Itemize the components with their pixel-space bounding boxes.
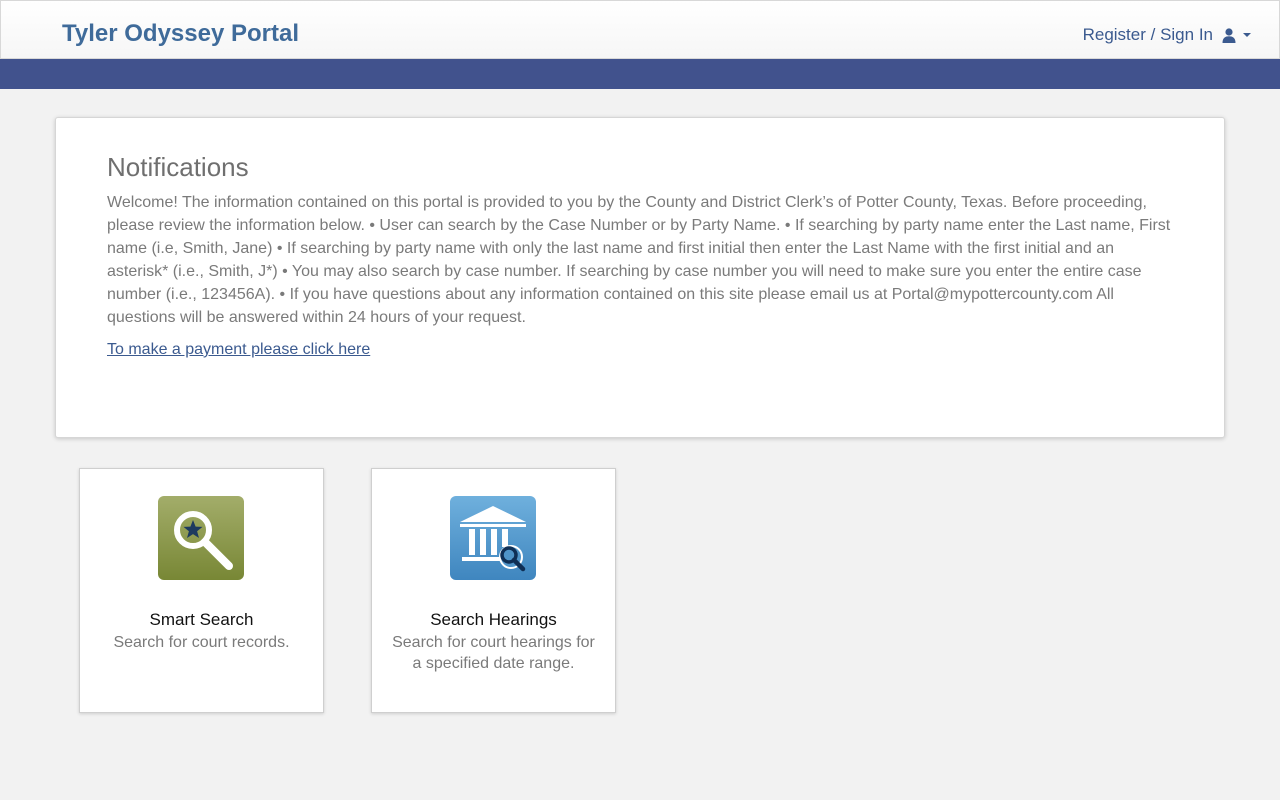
smart-search-tile[interactable]: Smart Search Search for court records. [79, 468, 324, 713]
register-signin-menu[interactable]: Register / Sign In [1083, 25, 1251, 45]
register-signin-label: Register / Sign In [1082, 25, 1213, 44]
smart-search-description: Search for court records. [113, 634, 290, 651]
search-hearings-tile[interactable]: Search Hearings Search for court hearing… [371, 468, 616, 713]
portal-brand-link[interactable]: Tyler Odyssey Portal [62, 20, 299, 48]
search-hearings-title: Search Hearings [430, 610, 557, 629]
user-icon [1222, 27, 1236, 43]
caret-down-icon [1243, 33, 1251, 37]
header-banner [0, 59, 1280, 89]
smart-search-title: Smart Search [149, 610, 254, 629]
top-navbar: Tyler Odyssey Portal Register / Sign In [0, 0, 1280, 59]
notifications-title: Notifications [107, 152, 249, 182]
notifications-panel: Notifications Welcome! The information c… [55, 117, 1225, 438]
search-hearings-description: Search for court hearings for a specifie… [392, 634, 595, 672]
payment-link[interactable]: To make a payment please click here [107, 340, 370, 360]
notifications-body: Welcome! The information contained on th… [107, 194, 1171, 326]
courthouse-search-icon [450, 496, 536, 580]
smart-search-icon [158, 496, 244, 580]
